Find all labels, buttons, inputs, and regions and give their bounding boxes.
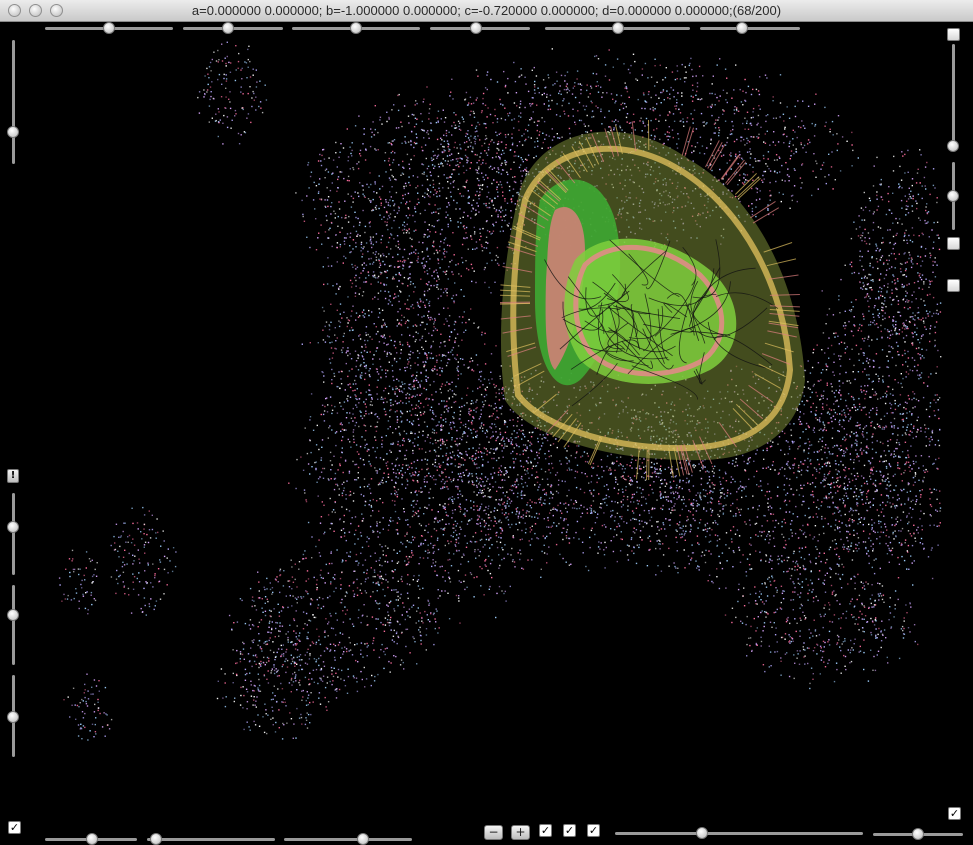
zoom-out-button[interactable]: − <box>484 825 503 840</box>
window-title: a=0.000000 0.000000; b=-1.000000 0.00000… <box>191 3 782 18</box>
param-c-slider[interactable] <box>292 21 420 35</box>
point-cloud <box>58 41 942 741</box>
option-checkbox-1[interactable]: ✓ <box>539 824 552 837</box>
right-bottom-checkbox[interactable]: ✓ <box>948 807 961 820</box>
bottom-slider-5[interactable] <box>873 827 963 841</box>
zoom-in-button[interactable]: + <box>511 825 530 840</box>
param-e-slider[interactable] <box>545 21 690 35</box>
right-square-button-1[interactable] <box>947 237 960 250</box>
param-b-slider-knob[interactable] <box>222 22 234 34</box>
bottom-slider-5-knob[interactable] <box>912 828 924 840</box>
fractal-core <box>499 119 805 481</box>
right-vslider-1[interactable] <box>946 44 960 152</box>
param-e-slider-knob[interactable] <box>611 22 624 34</box>
fractal-visualization[interactable] <box>0 22 973 845</box>
param-c-slider-knob[interactable] <box>350 22 362 34</box>
left-vslider-2-knob[interactable] <box>7 609 19 622</box>
left-vslider-1-knob[interactable] <box>7 521 19 534</box>
param-f-slider-knob[interactable] <box>736 22 748 34</box>
bottom-left-checkbox[interactable]: ✓ <box>8 821 21 834</box>
left-top-vslider-knob[interactable] <box>7 125 19 138</box>
bottom-slider-1[interactable] <box>45 832 137 845</box>
bottom-slider-3-knob[interactable] <box>357 833 370 845</box>
param-b-slider[interactable] <box>183 21 283 35</box>
option-checkbox-3[interactable]: ✓ <box>587 824 600 837</box>
param-d-slider[interactable] <box>430 21 530 35</box>
right-square-button-2[interactable] <box>947 279 960 292</box>
left-vslider-1[interactable] <box>6 493 20 575</box>
left-top-vslider[interactable] <box>6 40 20 164</box>
right-vslider-2[interactable] <box>946 162 960 230</box>
bottom-slider-1-knob[interactable] <box>85 833 98 845</box>
param-a-slider-knob[interactable] <box>103 22 115 34</box>
app-window: a=0.000000 0.000000; b=-1.000000 0.00000… <box>0 0 973 845</box>
reset-button[interactable]: ! <box>7 469 19 483</box>
left-vslider-2[interactable] <box>6 585 20 665</box>
bottom-slider-3[interactable] <box>284 832 412 845</box>
right-top-square-button[interactable] <box>947 28 960 41</box>
bottom-slider-2[interactable] <box>147 832 275 845</box>
right-vslider-1-knob[interactable] <box>947 139 959 152</box>
param-a-slider[interactable] <box>45 21 173 35</box>
bottom-slider-4-knob[interactable] <box>695 827 708 839</box>
left-vslider-3-knob[interactable] <box>7 710 19 723</box>
left-vslider-3[interactable] <box>6 675 20 757</box>
title-bar[interactable]: a=0.000000 0.000000; b=-1.000000 0.00000… <box>0 0 973 22</box>
option-checkbox-2[interactable]: ✓ <box>563 824 576 837</box>
bottom-slider-4[interactable] <box>615 826 863 840</box>
bottom-slider-2-knob[interactable] <box>149 833 162 845</box>
right-vslider-2-knob[interactable] <box>947 190 959 202</box>
param-d-slider-knob[interactable] <box>470 22 482 34</box>
param-f-slider[interactable] <box>700 21 800 35</box>
